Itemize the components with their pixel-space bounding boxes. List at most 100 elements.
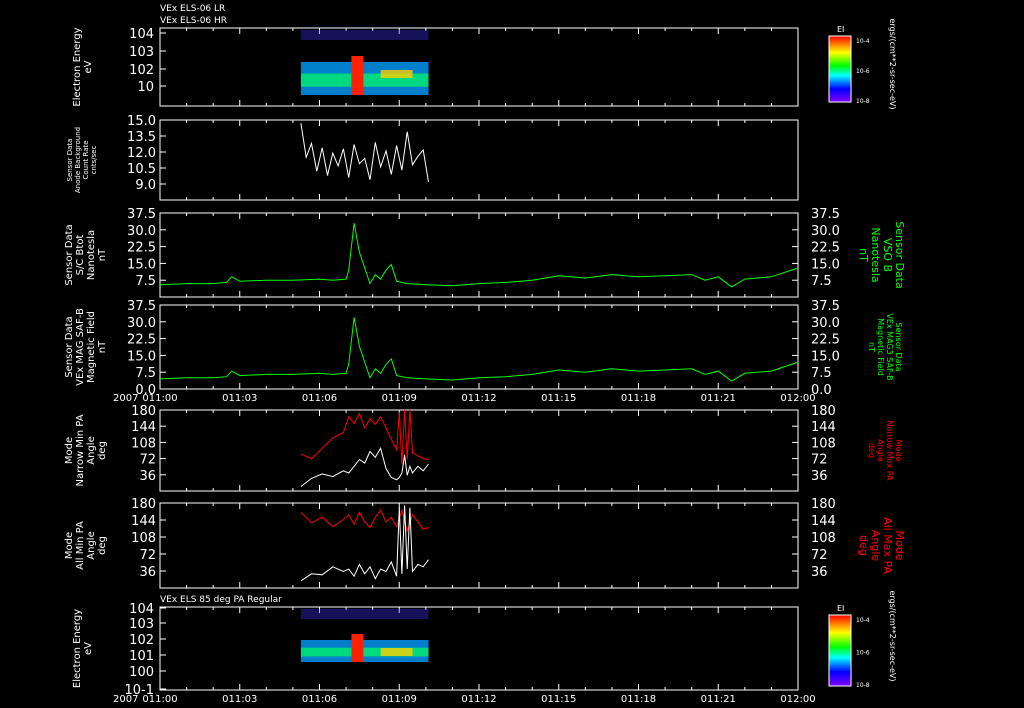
y-tick-label-right: 108 [811,531,836,546]
y-tick-label: 22.5 [127,333,156,348]
y-axis-label-line: eV [83,642,94,655]
y-tick-label-right: 37.5 [811,299,840,314]
y-tick-label-right: 7.5 [811,366,832,381]
colorbar-unit: ergs/(cm**2-sr-sec-eV) [888,18,897,109]
series-line-white [300,505,429,582]
y-axis-label-line: nT [97,340,108,353]
time-tick-label: 011:18 [621,393,656,404]
y-tick-label: 9.0 [135,178,156,193]
y-axis-right-label-line: Narrow Max PA [885,421,894,482]
y-axis-right-label-line: nT [867,342,876,352]
spectrogram-speckle [300,609,429,619]
panel-frame [159,304,799,390]
y-tick-label: 104 [129,27,154,42]
y-axis-label-line: Count Rate [82,140,90,179]
panel-els-85pa: Electron Energy eV10-1100101102103104 EI10… [72,590,897,705]
time-tick-label: 011:12 [461,694,496,705]
panel-bmag-sc: Sensor Data S/C Btot Nanotesla nT Sensor Dat… [64,207,906,298]
panel-narrow-pa: Mode Narrow Min PA Angle deg ModeNarrow Max … [64,404,903,492]
y-tick-label: 108 [131,531,156,546]
y-tick-label: 101 [129,649,154,664]
y-axis-label-line: Electron Energy [72,27,83,106]
y-tick-label: 180 [131,404,156,419]
panel-frame [159,27,799,107]
y-axis-label-line: All Min PA [75,521,86,570]
y-tick-label: 100 [129,665,154,680]
panel-background-count: Sensor Data Anode Background Count Rate cnt… [66,114,799,201]
colorbar-unit: ergs/(cm**2-sr-sec-eV) [888,590,897,681]
y-axis-label-line: S/C Btot [75,235,86,276]
y-axis-right-label-line: VEx MAG3 SAF-B [885,313,894,380]
y-tick-label: 10.5 [127,162,156,177]
colorbar-tick-label: 10-6 [856,650,870,657]
time-tick-label: 011:18 [621,694,656,705]
panel-frame [159,409,799,492]
y-tick-label: 144 [131,514,156,529]
y-axis-label-line: Sensor Data [64,316,75,377]
y-tick-label-right: 7.5 [811,274,832,289]
y-axis-right-label-line: deg [867,443,876,458]
y-tick-label-right: 22.5 [811,333,840,348]
panel-mag3: Sensor Data VEx MAG SAF-B Magnetic Field nT… [64,299,903,404]
y-axis-right-label-line: Angle [876,439,885,462]
top-title-2: VEx ELS-06 HR [160,16,227,26]
time-tick-label: 011:00 [142,694,177,705]
series-line-red [300,409,429,465]
y-tick-label-right: 144 [811,420,836,435]
series-line-green [159,223,799,288]
colorbar-tick-label: 10-6 [856,68,870,75]
y-tick-label: 10 [137,80,154,95]
year-label: 2007 [113,694,138,705]
y-axis-label-line: Magnetic Field [86,311,97,383]
spectrogram-peak [351,634,364,662]
y-axis-right-label-line: nT [857,248,870,262]
time-tick-label: 011:06 [302,694,337,705]
y-tick-label: 7.5 [135,366,156,381]
y-tick-label-right: 108 [811,436,836,451]
y-axis-label-line: cnts/sec [90,145,98,174]
space-physics-stack-plot: VEx ELS-06 LR VEx ELS-06 HR VEx ELS 85 d… [64,4,906,705]
y-tick-label: 72 [139,548,156,563]
y-axis-label-line: Electron Energy [72,609,83,688]
time-tick-label: 011:09 [382,393,417,404]
time-tick-label: 011:03 [222,393,257,404]
time-tick-label: 011:00 [142,393,177,404]
y-tick-label: 144 [131,420,156,435]
y-tick-label: 102 [129,63,154,78]
panel-frame [159,606,799,691]
y-tick-label-right: 37.5 [811,207,840,222]
y-tick-label: 72 [139,453,156,468]
y-tick-label: 180 [131,497,156,512]
year-label: 2007 [113,393,138,404]
time-tick-label: 011:12 [461,393,496,404]
y-axis-label-line: deg [97,536,108,555]
y-axis-label-line: Angle [86,436,97,464]
y-tick-label-right: 36 [811,469,828,484]
y-tick-label: 22.5 [127,241,156,256]
y-axis-label-line: eV [83,60,94,73]
spectrogram-warm [380,648,413,656]
y-axis-label-line: Nanotesla [86,230,97,280]
y-tick-label: 37.5 [127,207,156,222]
y-tick-label: 103 [129,617,154,632]
y-tick-label-right: 72 [811,453,828,468]
time-tick-label: 011:15 [541,393,576,404]
y-tick-label: 30.0 [127,316,156,331]
y-axis-label-line: Mode [64,437,75,464]
panel-frame [159,502,799,589]
spectrogram-peak [351,56,364,95]
y-tick-label: 108 [131,436,156,451]
y-tick-label-right: 144 [811,514,836,529]
y-axis-label-line: Narrow Min PA [75,414,86,486]
y-axis-right-label-line: Magnetic Field [876,318,885,376]
y-axis-right-label-line: deg [857,535,870,556]
y-tick-label-right: 30.0 [811,224,840,239]
time-tick-label: 011:21 [701,393,736,404]
time-tick-label: 012:00 [780,694,815,705]
y-axis-label-line: nT [97,248,108,261]
y-tick-label: 104 [129,602,154,617]
time-tick-label: 011:06 [302,393,337,404]
panel-els-hr: Electron Energy eV 10 102 103 104 EI 10-4 10-6 10… [72,18,897,109]
y-tick-label-right: 36 [811,565,828,580]
y-tick-label: 12.0 [127,146,156,161]
